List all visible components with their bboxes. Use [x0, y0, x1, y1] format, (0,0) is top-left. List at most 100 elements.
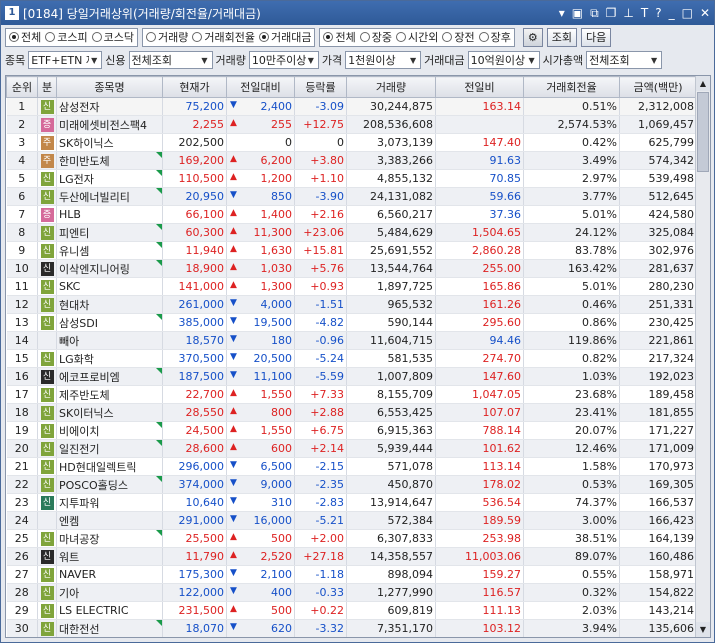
ranking-table[interactable]: 순위 분 종목명 현재가 전일대비 등락률 거래량 전일비 거래회전율 금액(백만) 1 신 삼성전자… — [5, 75, 711, 638]
session-radio-2[interactable]: 시간외 — [395, 29, 438, 45]
stock-name[interactable]: 기아 — [59, 587, 79, 600]
volume-select[interactable]: 10만주이상 ▼ — [248, 51, 319, 69]
table-row[interactable]: 17 신 제주반도체 22,700 ▲ 1,550 +7.33 8,155,709 1,047.… — [6, 385, 697, 404]
table-row[interactable]: 2 증 미래에셋비전스팩4 2,255 ▲ 255 +12.75 208,536,608 2,5… — [6, 115, 697, 134]
table-row[interactable]: 7 증 HLB 66,100 ▲ 1,400 +2.16 6,560,217 37.36 5.01… — [6, 205, 697, 224]
stock-name[interactable]: NAVER — [59, 568, 96, 581]
table-row[interactable]: 19 신 비에이치 24,500 ▲ 1,550 +6.75 6,915,363 788.14 2… — [6, 421, 697, 440]
stock-name[interactable]: SKC — [59, 280, 80, 293]
font-icon[interactable]: T — [641, 6, 648, 20]
scroll-thumb[interactable] — [697, 92, 709, 172]
stock-name[interactable]: HLB — [59, 208, 81, 221]
maximize-icon[interactable]: □ — [682, 6, 693, 20]
menu-icon[interactable]: ▣ — [572, 6, 583, 20]
cap-select[interactable]: 전체조회 ▼ — [586, 51, 663, 69]
table-row[interactable]: 21 신 HD현대일렉트릭 296,000 ▼ 6,500 -2.15 571,078 113.… — [6, 457, 697, 476]
table-row[interactable]: 5 신 LG전자 110,500 ▲ 1,200 +1.10 4,855,132 70.85 2.… — [6, 169, 697, 188]
stock-name[interactable]: 유니셈 — [59, 245, 89, 258]
column-header[interactable]: 순위 — [6, 76, 38, 98]
session-radio-0[interactable]: 전체 — [323, 29, 356, 45]
price-select[interactable]: 1천원이상 ▼ — [345, 51, 422, 69]
stock-name[interactable]: 삼성전자 — [59, 101, 99, 114]
table-row[interactable]: 11 신 SKC 141,000 ▲ 1,300 +0.93 1,897,725 165.86 5… — [6, 277, 697, 296]
table-row[interactable]: 8 신 피엔티 60,300 ▲ 11,300 +23.06 5,484,629 1,504.6… — [6, 223, 697, 242]
table-row[interactable]: 4 주 한미반도체 169,200 ▲ 6,200 +3.80 3,383,266 91.63 3… — [6, 151, 697, 170]
stock-name[interactable]: HD현대일렉트릭 — [59, 461, 136, 474]
stock-name[interactable]: 마녀공장 — [59, 533, 99, 546]
table-row[interactable]: 10 신 이삭엔지니어링 18,900 ▲ 1,030 +5.76 13,544,764 255… — [6, 259, 697, 278]
stock-name[interactable]: 제주반도체 — [59, 389, 110, 402]
stock-name[interactable]: 피엔티 — [59, 227, 89, 240]
stock-name[interactable]: 두산에너빌리티 — [59, 191, 130, 204]
table-row[interactable]: 14 빼아 18,570 ▼ 180 -0.96 11,604,715 94.46 119.86… — [6, 331, 697, 350]
stock-name[interactable]: 워트 — [59, 551, 79, 564]
scroll-up-icon[interactable]: ▲ — [696, 76, 710, 91]
column-header[interactable]: 전일비 — [435, 76, 524, 98]
table-row[interactable]: 28 신 기아 122,000 ▼ 400 -0.33 1,277,990 116.57 0.32… — [6, 583, 697, 602]
title-bar[interactable]: 1 [0184] 당일거래상위(거래량/회전율/거래대금) ▾ ▣ ⧉ ❐ ⊥ … — [1, 1, 714, 25]
copy-icon[interactable]: ❐ — [606, 6, 617, 20]
table-row[interactable]: 29 신 LS ELECTRIC 231,500 ▲ 500 +0.22 609,819 111… — [6, 601, 697, 620]
query-button[interactable]: 조회 — [546, 27, 577, 47]
table-row[interactable]: 25 신 마녀공장 25,500 ▲ 500 +2.00 6,307,833 253.98 38.… — [6, 529, 697, 548]
column-header[interactable]: 등락률 — [294, 76, 347, 98]
column-header[interactable]: 전일대비 — [226, 76, 295, 98]
stock-name[interactable]: SK이터닉스 — [59, 407, 114, 420]
stock-name[interactable]: 엔켐 — [59, 515, 79, 528]
help-icon[interactable]: ? — [655, 6, 661, 20]
stock-name[interactable]: 빼아 — [59, 335, 79, 348]
table-row[interactable]: 23 신 지투파워 10,640 ▼ 310 -2.83 13,914,647 536.54 74… — [6, 493, 697, 512]
table-row[interactable]: 1 신 삼성전자 75,200 ▼ 2,400 -3.09 30,244,875 163.14 0… — [6, 97, 697, 116]
column-header[interactable]: 분 — [37, 76, 57, 98]
table-row[interactable]: 9 신 유니셈 11,940 ▲ 1,630 +15.81 25,691,552 2,860.2… — [6, 241, 697, 260]
table-row[interactable]: 22 신 POSCO홀딩스 374,000 ▼ 9,000 -2.35 450,870 178.… — [6, 475, 697, 494]
column-header[interactable]: 거래량 — [346, 76, 436, 98]
stock-name[interactable]: LS ELECTRIC — [59, 604, 129, 617]
item-select[interactable]: ETF+ETN 제▼ — [28, 51, 103, 69]
sort-radio-1[interactable]: 거래회전율 — [192, 29, 255, 45]
link-icon[interactable]: ⧉ — [590, 6, 599, 21]
market-radio-2[interactable]: 코스닥 — [91, 29, 134, 45]
table-row[interactable]: 13 신 삼성SDI 385,000 ▼ 19,500 -4.82 590,144 295.60… — [6, 313, 697, 332]
column-header[interactable]: 금액(백만) — [619, 76, 697, 98]
table-row[interactable]: 16 신 에코프로비엠 187,500 ▼ 11,100 -5.59 1,007,809 147… — [6, 367, 697, 386]
close-icon[interactable]: ✕ — [700, 6, 710, 20]
column-header[interactable]: 거래회전율 — [523, 76, 620, 98]
stock-name[interactable]: LG전자 — [59, 173, 94, 186]
settings-button[interactable]: ⚙ — [522, 27, 543, 47]
stock-name[interactable]: 한미반도체 — [59, 155, 110, 168]
scroll-down-icon[interactable]: ▼ — [696, 622, 710, 637]
next-button[interactable]: 다음 — [580, 27, 612, 47]
sort-radio-2[interactable]: 거래대금 — [258, 29, 311, 45]
column-header[interactable]: 종목명 — [56, 76, 163, 98]
stock-name[interactable]: 이삭엔지니어링 — [59, 263, 130, 276]
market-radio-1[interactable]: 코스피 — [45, 29, 88, 45]
minimize-icon[interactable]: _ — [669, 6, 675, 20]
stock-name[interactable]: 에코프로비엠 — [59, 371, 120, 384]
session-radio-4[interactable]: 장후 — [478, 29, 511, 45]
stock-name[interactable]: 지투파워 — [59, 497, 99, 510]
table-row[interactable]: 26 신 워트 11,790 ▲ 2,520 +27.18 14,358,557 11,003.… — [6, 547, 697, 566]
table-row[interactable]: 24 엔켐 291,000 ▼ 16,000 -5.21 572,384 189.59 3.00… — [6, 511, 697, 530]
sort-radio-0[interactable]: 거래량 — [146, 29, 188, 45]
stock-name[interactable]: 현대차 — [59, 299, 89, 312]
table-row[interactable]: 3 주 SK하이닉스 202,500 0 0 3,073,139 147.40 0.42% 625… — [6, 133, 697, 152]
stock-name[interactable]: POSCO홀딩스 — [59, 479, 128, 492]
session-radio-3[interactable]: 장전 — [442, 29, 475, 45]
table-row[interactable]: 12 신 현대차 261,000 ▼ 4,000 -1.51 965,532 161.26 0.4… — [6, 295, 697, 314]
table-row[interactable]: 20 신 일진전기 28,600 ▲ 600 +2.14 5,939,444 101.62 12.… — [6, 439, 697, 458]
table-row[interactable]: 30 신 대한전선 18,070 ▼ 620 -3.32 7,351,170 103.12 3.9… — [6, 619, 697, 637]
vertical-scrollbar[interactable]: ▲ ▼ — [695, 76, 710, 637]
dropdown-icon[interactable]: ▾ — [559, 6, 565, 20]
stock-name[interactable]: SK하이닉스 — [59, 137, 114, 150]
table-row[interactable]: 6 신 두산에너빌리티 20,950 ▼ 850 -3.90 24,131,082 59.66 3… — [6, 187, 697, 206]
session-radio-1[interactable]: 장중 — [359, 29, 392, 45]
table-row[interactable]: 18 신 SK이터닉스 28,550 ▲ 800 +2.88 6,553,425 107.07 2… — [6, 403, 697, 422]
table-row[interactable]: 27 신 NAVER 175,300 ▼ 2,100 -1.18 898,094 159.27 0… — [6, 565, 697, 584]
column-header[interactable]: 현재가 — [162, 76, 227, 98]
stock-name[interactable]: 미래에셋비전스팩4 — [59, 119, 147, 132]
stock-name[interactable]: 대한전선 — [59, 623, 99, 636]
table-row[interactable]: 15 신 LG화학 370,500 ▼ 20,500 -5.24 581,535 274.70 0… — [6, 349, 697, 368]
stock-name[interactable]: 비에이치 — [59, 425, 99, 438]
credit-select[interactable]: 전체조회 ▼ — [128, 51, 213, 69]
